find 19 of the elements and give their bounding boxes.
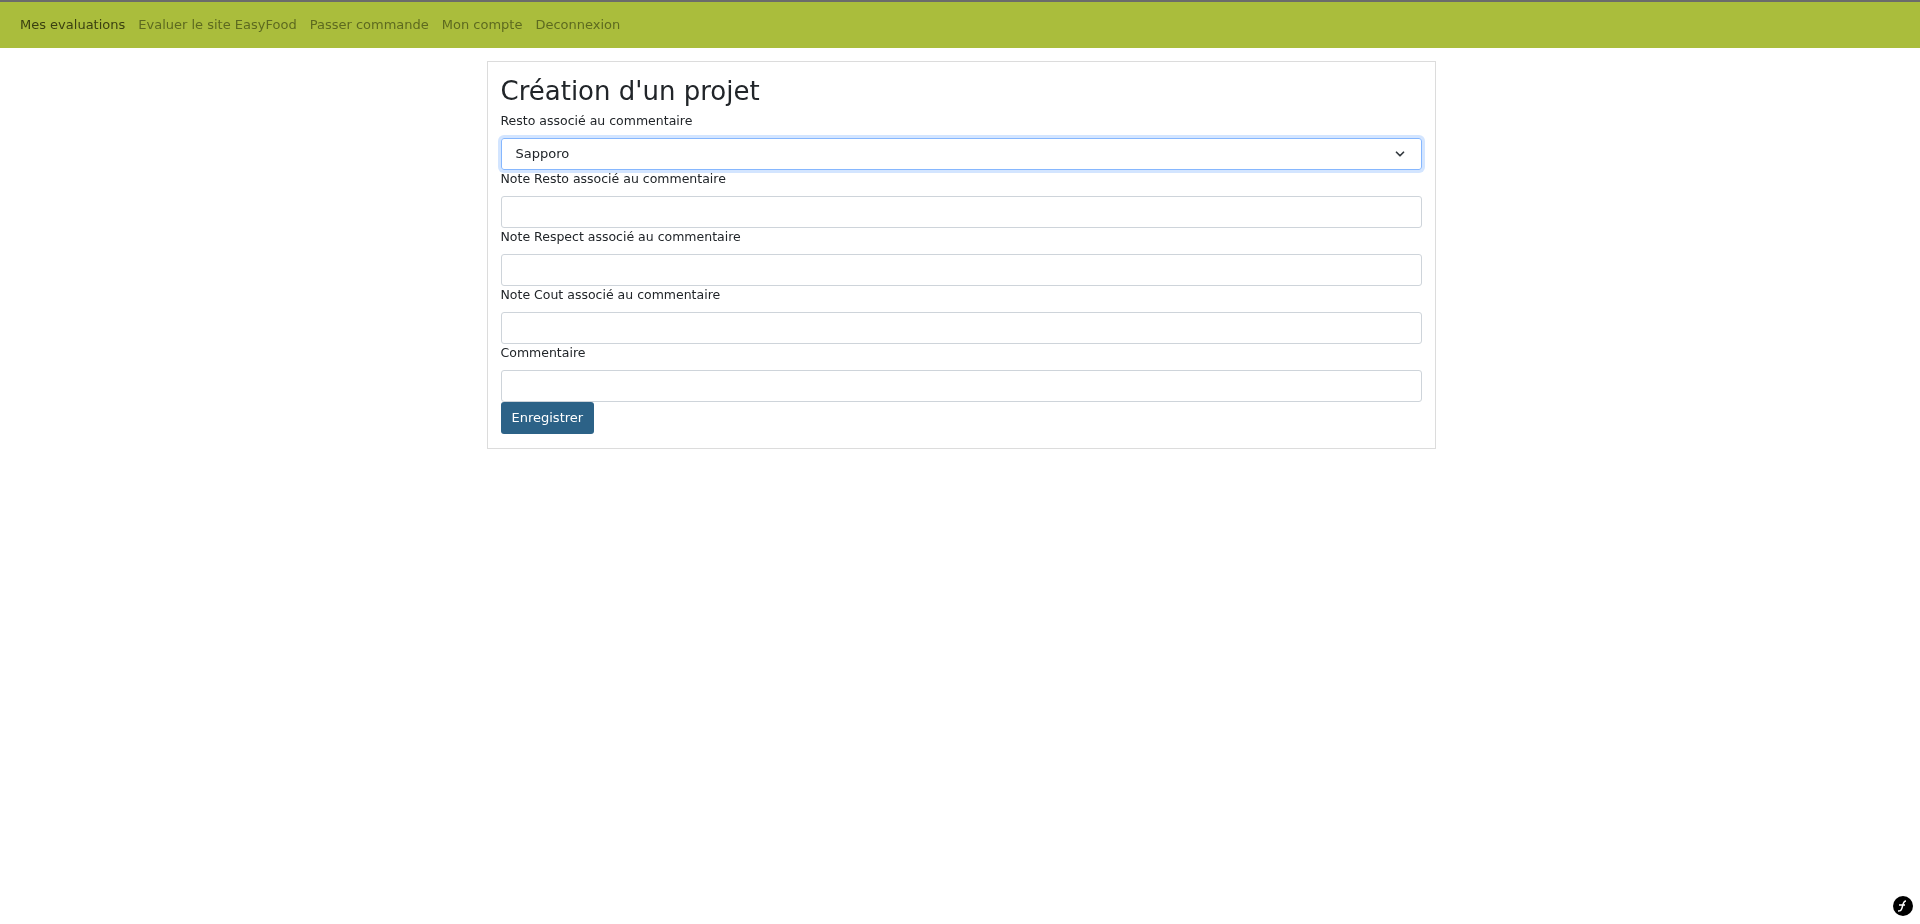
field-label: Note Resto associé au commentaire <box>500 170 727 189</box>
form-title: Création d'un projet <box>500 76 761 108</box>
nav-link[interactable]: Passer commande <box>309 15 429 35</box>
input-field[interactable] <box>500 196 1422 229</box>
field-label: Note Respect associé au commentaire <box>500 228 742 247</box>
nav-link[interactable]: Mes evaluations <box>20 15 126 35</box>
select-value: Sapporo <box>515 145 570 164</box>
field-label: Resto associé au commentaire <box>500 112 694 131</box>
logo-icon <box>1893 896 1913 916</box>
nav-link[interactable]: Deconnexion <box>535 15 621 35</box>
input-field[interactable] <box>500 254 1422 287</box>
nav-link[interactable]: Mon compte <box>441 15 523 35</box>
field-label: Commentaire <box>500 344 587 363</box>
select-field[interactable]: Sapporo <box>500 138 1422 171</box>
input-field[interactable] <box>500 312 1422 345</box>
input-field[interactable] <box>500 370 1422 403</box>
field-label: Note Cout associé au commentaire <box>500 286 722 305</box>
nav-link[interactable]: Evaluer le site EasyFood <box>138 15 297 35</box>
save-button[interactable]: Enregistrer <box>500 402 595 435</box>
